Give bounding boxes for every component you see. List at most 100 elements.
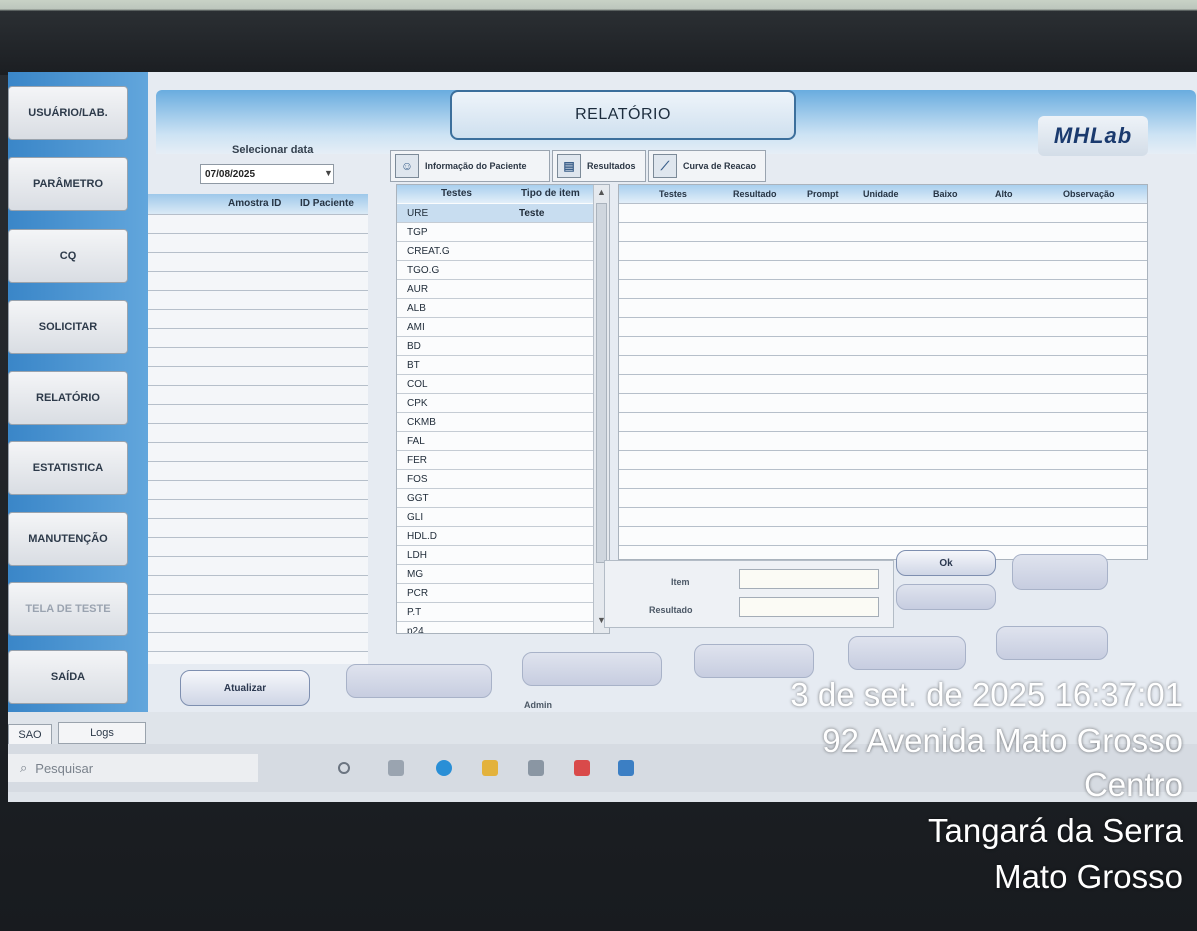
col-testes: Testes <box>441 188 472 199</box>
row-divider <box>619 355 1147 356</box>
test-row[interactable]: CREAT.G <box>397 242 593 261</box>
row-divider <box>148 271 368 272</box>
test-row[interactable]: HDL.D <box>397 527 593 546</box>
row-divider <box>148 480 368 481</box>
action-button-6[interactable] <box>996 626 1108 660</box>
results-icon: ▤ <box>557 154 581 178</box>
results-table[interactable]: Testes Resultado Prompt Unidade Baixo Al… <box>618 184 1148 560</box>
ok-button[interactable]: Ok <box>896 550 996 576</box>
test-name: CPK <box>407 397 428 409</box>
sidebar-item-usuario-lab[interactable]: USUÁRIO/LAB. <box>8 86 128 140</box>
logs-button[interactable]: Logs <box>58 722 146 744</box>
row-divider <box>148 214 368 215</box>
test-row[interactable]: p24 <box>397 622 593 634</box>
action-button-4[interactable] <box>694 644 814 678</box>
action-button-5[interactable] <box>848 636 966 670</box>
test-row[interactable]: LDH <box>397 546 593 565</box>
sidebar-item-relatorio[interactable]: RELATÓRIO <box>8 371 128 425</box>
row-divider <box>148 613 368 614</box>
app-icon[interactable] <box>618 760 634 776</box>
folder-icon[interactable] <box>482 760 498 776</box>
row-divider <box>148 309 368 310</box>
resultado-field[interactable] <box>739 597 879 617</box>
test-name: LDH <box>407 549 428 561</box>
item-field[interactable] <box>739 569 879 589</box>
test-row[interactable]: TGO.G <box>397 261 593 280</box>
test-name: URE <box>407 207 429 219</box>
test-row[interactable]: MG <box>397 565 593 584</box>
tab-resultados[interactable]: ▤ Resultados <box>552 150 646 182</box>
test-row[interactable]: BT <box>397 356 593 375</box>
photo-district: Centro <box>1083 766 1183 803</box>
atualizar-label: Atualizar <box>223 682 267 694</box>
cortana-icon[interactable] <box>338 762 350 774</box>
sidebar-item-parametro[interactable]: PARÂMETRO <box>8 157 128 211</box>
row-divider <box>619 203 1147 204</box>
edge-icon[interactable] <box>436 760 452 776</box>
row-divider <box>619 507 1147 508</box>
row-divider <box>148 556 368 557</box>
tab-curva-de-reacao[interactable]: ⟋ Curva de Reacao <box>648 150 766 182</box>
photo-city: Tangará da Serra <box>928 812 1183 849</box>
chevron-up-icon[interactable]: ▲ <box>597 187 606 197</box>
sidebar-item-tela-de-teste[interactable]: TELA DE TESTE <box>8 582 128 636</box>
action-button-8[interactable] <box>522 652 662 686</box>
mhlab-logo: MHLab <box>1038 116 1148 156</box>
action-button-2[interactable] <box>896 584 996 610</box>
test-name: GGT <box>407 492 429 504</box>
sidebar-item-estatistica[interactable]: ESTATISTICA <box>8 441 128 495</box>
task-view-icon[interactable] <box>388 760 404 776</box>
row-divider <box>619 336 1147 337</box>
row-divider <box>148 594 368 595</box>
test-row[interactable]: GLI <box>397 508 593 527</box>
tests-table[interactable]: Testes Tipo de item URE Teste TGP CREAT.G TG… <box>396 184 610 634</box>
atualizar-button[interactable]: Atualizar <box>180 670 310 706</box>
test-name: GLI <box>407 511 424 523</box>
row-divider <box>619 431 1147 432</box>
test-name: PCR <box>407 587 429 599</box>
test-row[interactable]: CKMB <box>397 413 593 432</box>
test-name: P.T <box>407 606 422 618</box>
test-row[interactable]: ALB <box>397 299 593 318</box>
test-row[interactable]: COL <box>397 375 593 394</box>
test-name: AMI <box>407 321 425 333</box>
ok-label: Ok <box>939 557 953 569</box>
app-icon[interactable] <box>574 760 590 776</box>
chevron-down-icon[interactable]: ▼ <box>324 168 333 178</box>
row-divider <box>148 442 368 443</box>
tab-label: Resultados <box>587 161 636 171</box>
test-row[interactable]: AMI <box>397 318 593 337</box>
test-row[interactable]: P.T <box>397 603 593 622</box>
sidebar: USUÁRIO/LAB. PARÂMETRO CQ SOLICITAR RELA… <box>8 72 148 712</box>
row-divider <box>148 499 368 500</box>
row-divider <box>148 537 368 538</box>
test-row[interactable]: FER <box>397 451 593 470</box>
photo-frame: USUÁRIO/LAB. PARÂMETRO CQ SOLICITAR RELA… <box>0 0 1197 931</box>
photo-street: 92 Avenida Mato Grosso <box>822 722 1183 759</box>
action-button-3[interactable] <box>1012 554 1108 590</box>
test-row[interactable]: GGT <box>397 489 593 508</box>
test-row[interactable]: URE Teste <box>397 204 593 223</box>
action-button-7[interactable] <box>346 664 492 698</box>
test-row[interactable]: PCR <box>397 584 593 603</box>
test-name: FAL <box>407 435 425 447</box>
test-row[interactable]: AUR <box>397 280 593 299</box>
test-row[interactable]: FOS <box>397 470 593 489</box>
sidebar-item-saida[interactable]: SAÍDA <box>8 650 128 704</box>
sidebar-item-manutencao[interactable]: MANUTENÇÃO <box>8 512 128 566</box>
date-picker[interactable]: 07/08/2025 <box>200 164 334 184</box>
sidebar-item-solicitar[interactable]: SOLICITAR <box>8 300 128 354</box>
calculator-icon[interactable] <box>528 760 544 776</box>
taskbar-search[interactable]: ⌕ Pesquisar <box>8 754 258 782</box>
scrollbar-thumb[interactable] <box>596 203 607 563</box>
tab-informacao-paciente[interactable]: ☺ Informação do Paciente <box>390 150 550 182</box>
sample-list[interactable]: Amostra ID ID Paciente <box>148 194 368 664</box>
test-row[interactable]: TGP <box>397 223 593 242</box>
test-row[interactable]: CPK <box>397 394 593 413</box>
row-divider <box>148 328 368 329</box>
test-row[interactable]: FAL <box>397 432 593 451</box>
test-name: BT <box>407 359 420 371</box>
sao-button[interactable]: SAO <box>8 724 52 746</box>
test-row[interactable]: BD <box>397 337 593 356</box>
sidebar-item-cq[interactable]: CQ <box>8 229 128 283</box>
